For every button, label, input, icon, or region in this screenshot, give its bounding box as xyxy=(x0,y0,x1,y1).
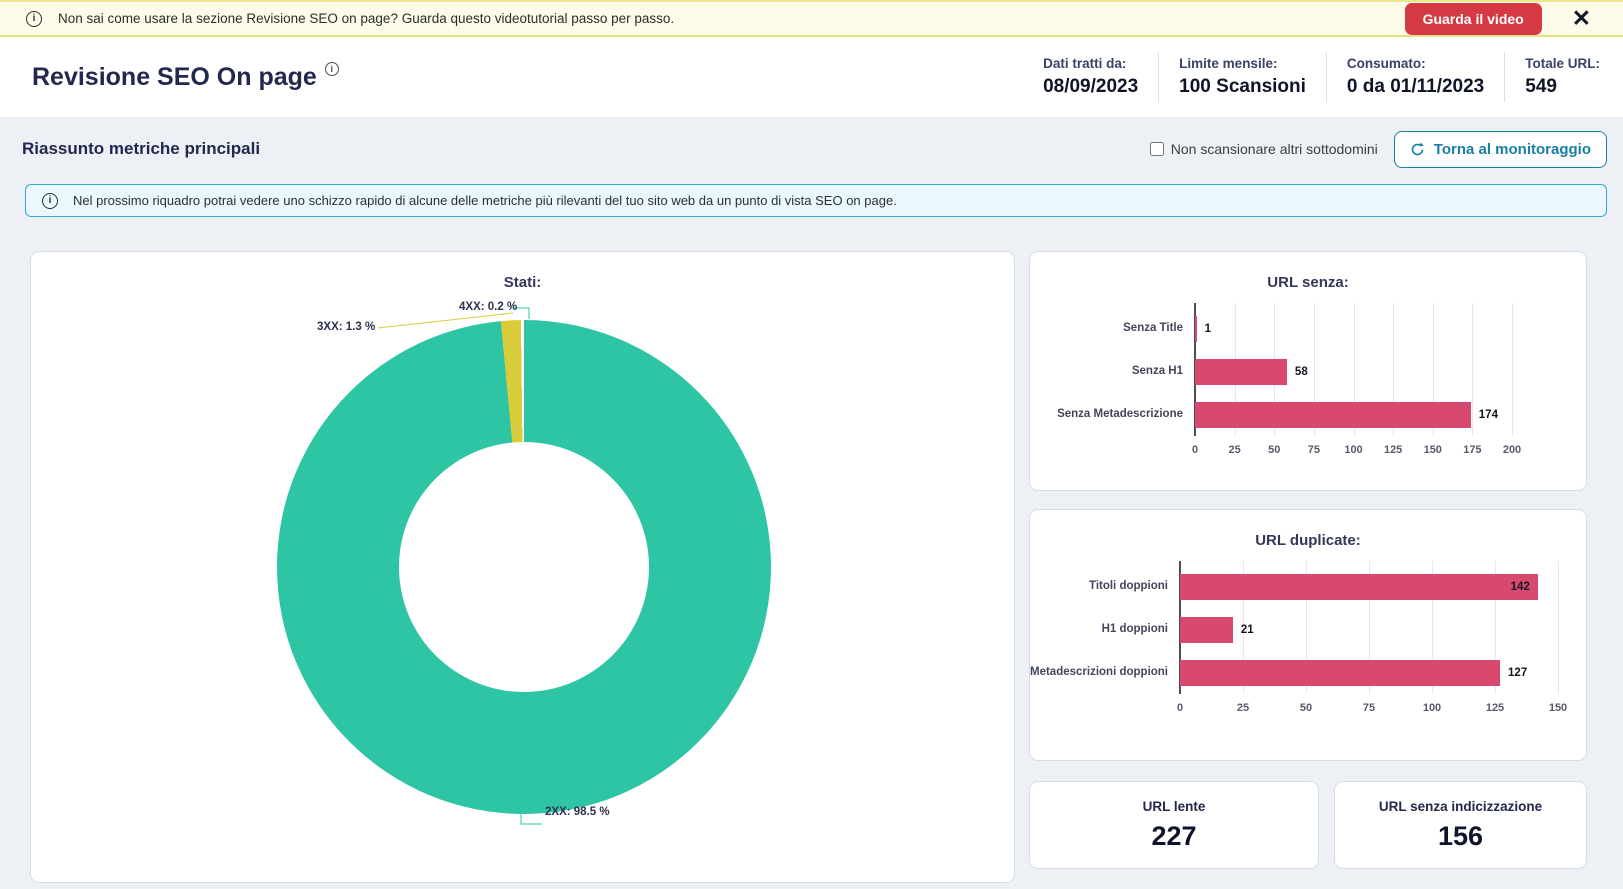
bar-value-label: 21 xyxy=(1241,624,1254,636)
bar-row: Senza H1 58 xyxy=(1030,350,1586,393)
url-lente-value: 227 xyxy=(1151,821,1196,852)
bar xyxy=(1195,402,1471,428)
bar-category-label: Senza H1 xyxy=(1030,365,1195,379)
axis-tick-label: 150 xyxy=(1424,444,1442,456)
bar-row: Metadescrizioni doppioni 127 xyxy=(1030,651,1586,694)
axis-tick-label: 0 xyxy=(1192,444,1198,456)
axis-tick-label: 25 xyxy=(1237,702,1249,714)
subdomain-checkbox-label[interactable]: Non scansionare altri sottodomini xyxy=(1150,141,1378,157)
axis-tick-label: 75 xyxy=(1308,444,1320,456)
back-to-monitoring-button[interactable]: Torna al monitoraggio xyxy=(1394,131,1607,168)
bar-value-label: 142 xyxy=(1511,581,1530,593)
bar-category-label: H1 doppioni xyxy=(1030,623,1180,637)
donut-chart-title: Stati: xyxy=(31,252,1014,291)
bar-row: Senza Metadescrizione 174 xyxy=(1030,393,1586,436)
donut-label-2xx: 2XX: 98.5 % xyxy=(545,806,610,818)
section-heading: Riassunto metriche principali xyxy=(22,139,260,159)
bar-value-label: 174 xyxy=(1479,409,1498,421)
bar xyxy=(1180,617,1233,643)
bar xyxy=(1180,660,1500,686)
stat-limite-mensile: Limite mensile: 100 Scansioni xyxy=(1158,52,1326,102)
banner-text: Non sai come usare la sezione Revisione … xyxy=(58,11,674,26)
info-alert: i Nel prossimo riquadro potrai vedere un… xyxy=(25,184,1607,217)
bar xyxy=(1195,316,1197,342)
video-tutorial-banner: i Non sai come usare la sezione Revision… xyxy=(0,0,1623,37)
url-duplicate-title: URL duplicate: xyxy=(1030,510,1586,549)
info-icon: i xyxy=(42,193,58,209)
bar-track: 1 xyxy=(1195,316,1512,342)
url-senza-title: URL senza: xyxy=(1030,252,1586,291)
x-axis-ticks: 0255075100125150175200 xyxy=(1195,436,1512,460)
bar-track: 58 xyxy=(1195,359,1512,385)
refresh-icon xyxy=(1410,142,1425,157)
url-senza-indicizzazione-label: URL senza indicizzazione xyxy=(1379,799,1542,814)
bar-track: 127 xyxy=(1180,660,1558,686)
donut-hole xyxy=(399,442,649,692)
stati-donut-card: Stati: 4XX: 0.2 % 3XX: 1.3 % 2XX: 98.5 % xyxy=(30,251,1015,883)
axis-tick-label: 25 xyxy=(1229,444,1241,456)
bar-value-label: 58 xyxy=(1295,366,1308,378)
axis-tick-label: 100 xyxy=(1344,444,1362,456)
bar-track: 21 xyxy=(1180,617,1558,643)
donut-chart xyxy=(277,320,771,814)
axis-tick-label: 150 xyxy=(1549,702,1567,714)
bar-category-label: Titoli doppioni xyxy=(1030,580,1180,594)
url-senza-card: URL senza: Senza Title 1 Senza H1 58 Senza M… xyxy=(1029,251,1587,491)
bar-category-label: Senza Metadescrizione xyxy=(1030,408,1195,422)
axis-tick-label: 0 xyxy=(1177,702,1183,714)
bar xyxy=(1195,359,1287,385)
url-senza-bar-chart: Senza Title 1 Senza H1 58 Senza Metadescrizi… xyxy=(1030,307,1586,460)
axis-tick-label: 50 xyxy=(1300,702,1312,714)
stat-totale-url: Totale URL: 549 xyxy=(1504,52,1600,102)
header-stats: Dati tratti da: 08/09/2023 Limite mensil… xyxy=(1023,52,1600,102)
stat-consumato: Consumato: 0 da 01/11/2023 xyxy=(1326,52,1504,102)
url-lente-card: URL lente 227 xyxy=(1029,781,1319,869)
bar-track: 142 xyxy=(1180,574,1558,600)
bar-row: Senza Title 1 xyxy=(1030,307,1586,350)
axis-tick-label: 100 xyxy=(1423,702,1441,714)
x-axis-ticks: 0255075100125150 xyxy=(1180,694,1558,718)
bar-category-label: Senza Title xyxy=(1030,322,1195,336)
main-content: Riassunto metriche principali Non scansi… xyxy=(0,118,1623,889)
donut-label-4xx: 4XX: 0.2 % xyxy=(459,301,517,313)
subdomain-checkbox[interactable] xyxy=(1150,142,1164,156)
bar xyxy=(1180,574,1538,600)
axis-tick-label: 125 xyxy=(1384,444,1402,456)
bar-row: H1 doppioni 21 xyxy=(1030,608,1586,651)
url-duplicate-card: URL duplicate: Titoli doppioni 142 H1 dopp… xyxy=(1029,509,1587,761)
watch-video-button[interactable]: Guarda il video xyxy=(1405,3,1542,35)
axis-tick-label: 50 xyxy=(1268,444,1280,456)
url-duplicate-bar-chart: Titoli doppioni 142 H1 doppioni 21 Metadescr… xyxy=(1030,565,1586,718)
url-senza-indicizzazione-card: URL senza indicizzazione 156 xyxy=(1334,781,1587,869)
page-header: Revisione SEO On page i Dati tratti da: … xyxy=(0,37,1623,118)
bar-value-label: 1 xyxy=(1205,323,1211,335)
axis-tick-label: 175 xyxy=(1463,444,1481,456)
info-icon: i xyxy=(26,11,42,27)
stat-dati-tratti-da: Dati tratti da: 08/09/2023 xyxy=(1023,52,1158,102)
bar-track: 174 xyxy=(1195,402,1512,428)
axis-tick-label: 75 xyxy=(1363,702,1375,714)
bar-row: Titoli doppioni 142 xyxy=(1030,565,1586,608)
title-info-icon[interactable]: i xyxy=(325,59,339,77)
close-icon[interactable]: ✕ xyxy=(1566,6,1597,31)
bar-value-label: 127 xyxy=(1508,667,1527,679)
url-senza-indicizzazione-value: 156 xyxy=(1438,821,1483,852)
donut-label-3xx: 3XX: 1.3 % xyxy=(317,321,375,333)
bar-category-label: Metadescrizioni doppioni xyxy=(1030,666,1180,680)
page-title: Revisione SEO On page xyxy=(32,63,317,92)
axis-tick-label: 200 xyxy=(1503,444,1521,456)
info-alert-text: Nel prossimo riquadro potrai vedere uno … xyxy=(73,193,897,208)
url-lente-label: URL lente xyxy=(1143,799,1206,814)
axis-tick-label: 125 xyxy=(1486,702,1504,714)
